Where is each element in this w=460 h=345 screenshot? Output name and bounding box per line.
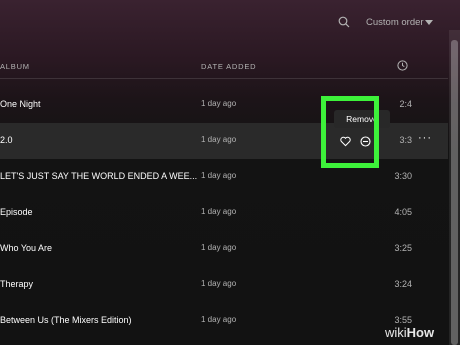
clock-icon [397,60,408,71]
track-date-added: 1 day ago [201,279,237,288]
track-title: 2.0 [0,135,13,145]
track-title: Between Us (The Mixers Edition) [0,315,132,325]
tracklist-header: ALBUM DATE ADDED [0,58,448,79]
column-header-date-added[interactable]: DATE ADDED [201,62,256,71]
track-duration: 3:55 [394,315,412,325]
track-date-added: 1 day ago [201,315,237,324]
watermark-suffix: How [406,325,435,340]
track-title: LET'S JUST SAY THE WORLD ENDED A WEE... [0,171,198,181]
watermark-prefix: wiki [385,325,407,340]
column-header-album[interactable]: ALBUM [0,62,30,71]
track-date-added: 1 day ago [201,99,237,108]
track-date-added: 1 day ago [201,243,237,252]
table-row[interactable]: Between Us (The Mixers Edition) 1 day ag… [0,303,448,339]
scrollbar-thumb[interactable] [451,40,458,345]
sort-dropdown[interactable]: Custom order [366,17,424,28]
track-title: Therapy [0,279,34,289]
track-date-added: 1 day ago [201,171,237,180]
track-duration: 2:4 [399,99,412,109]
search-icon[interactable] [338,16,350,28]
track-title: One Night [0,99,41,109]
top-bar: Custom order [0,0,460,44]
track-duration: 4:05 [394,207,412,217]
track-title: Who You Are [0,243,53,253]
track-duration: 3:3 [399,135,412,145]
track-duration: 3:30 [394,171,412,181]
track-duration: 3:24 [394,279,412,289]
track-title: Episode [0,207,33,217]
table-row[interactable]: Episode 1 day ago 4:05 [0,195,448,231]
table-row[interactable]: 2.0 1 day ago 3:3 ··· [0,123,448,159]
table-row[interactable]: Therapy 1 day ago 3:24 [0,267,448,303]
watermark-logo: wikiHow [385,325,434,340]
track-date-added: 1 day ago [201,207,237,216]
track-date-added: 1 day ago [201,135,237,144]
more-icon[interactable]: ··· [418,132,432,144]
chevron-down-icon[interactable] [425,20,433,25]
track-duration: 3:25 [394,243,412,253]
table-row[interactable]: Who You Are 1 day ago 3:25 [0,231,448,267]
highlight-box [321,96,379,168]
table-row[interactable]: LET'S JUST SAY THE WORLD ENDED A WEE... … [0,159,448,195]
